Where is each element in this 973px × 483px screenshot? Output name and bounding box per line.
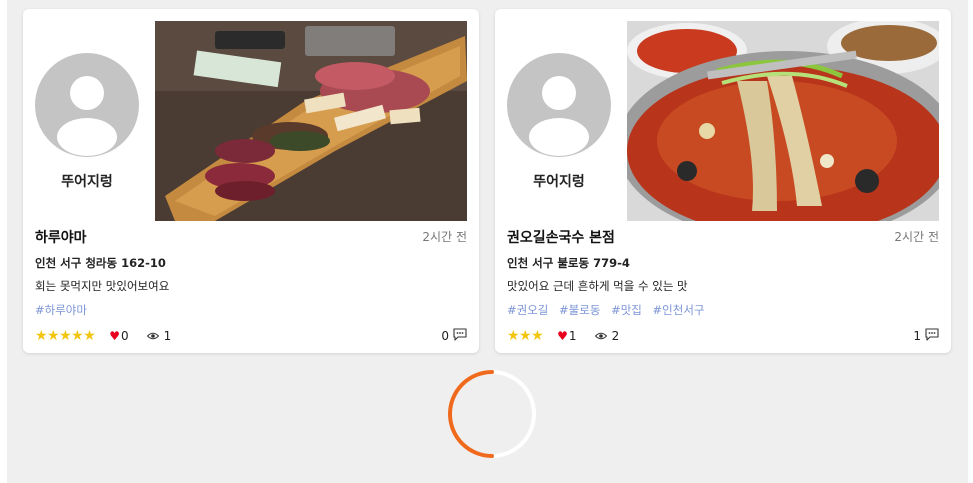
sashimi-board-photo: [155, 21, 467, 221]
post-tags: #권오길 #불로동 #맛집 #인천서구: [507, 302, 712, 318]
tag-link[interactable]: #인천서구: [653, 303, 705, 317]
like-count: 1: [568, 329, 577, 343]
author-nickname: 뚜어지렁: [61, 174, 113, 190]
author-profile[interactable]: 뚜어지렁: [35, 53, 139, 191]
post-description: 회는 못먹지만 맛있어보여요: [35, 279, 170, 293]
post-stats: ★★★ ♥ 1 2: [507, 327, 619, 345]
post-card[interactable]: 뚜어지렁 권오길손국수 본점 2시간 전 인천 서구 불로동 779-4 맛있어…: [495, 9, 951, 353]
avatar[interactable]: [507, 53, 611, 157]
post-tags: #하루야마: [35, 302, 94, 318]
comment-button[interactable]: 1: [913, 327, 939, 345]
post-time: 2시간 전: [422, 230, 467, 244]
post-title[interactable]: 하루야마: [35, 227, 87, 247]
comment-button[interactable]: 0: [441, 327, 467, 345]
tag-link[interactable]: #맛집: [611, 303, 642, 317]
comment-count: 1: [913, 329, 921, 343]
feed-page: 뚜어지렁 하루야마 2시간 전 인천 서구 청라동 162-10 회는 못먹지만…: [7, 0, 968, 483]
post-title[interactable]: 권오길손국수 본점: [507, 227, 615, 247]
view-count: 2: [611, 329, 620, 343]
rating-stars: ★★★: [507, 328, 544, 344]
comment-icon: [453, 328, 467, 344]
post-description: 맛있어요 근데 흔하게 먹을 수 있는 맛: [507, 279, 688, 293]
comment-icon: [925, 328, 939, 344]
post-address: 인천 서구 불로동 779-4: [507, 256, 630, 270]
default-user-icon: [529, 76, 589, 156]
eye-icon: [594, 329, 607, 343]
tag-link[interactable]: #하루야마: [35, 303, 87, 317]
heart-icon[interactable]: ♥: [557, 329, 568, 343]
default-user-icon: [57, 76, 117, 156]
post-stats: ★★★★★ ♥ 0 1: [35, 327, 171, 345]
tag-link[interactable]: #불로동: [559, 303, 600, 317]
author-profile[interactable]: 뚜어지렁: [507, 53, 611, 191]
avatar[interactable]: [35, 53, 139, 157]
post-card[interactable]: 뚜어지렁 하루야마 2시간 전 인천 서구 청라동 162-10 회는 못먹지만…: [23, 9, 479, 353]
comment-count: 0: [441, 329, 449, 343]
view-count: 1: [163, 329, 172, 343]
tag-link[interactable]: #권오길: [507, 303, 548, 317]
post-address: 인천 서구 청라동 162-10: [35, 256, 166, 270]
loading-spinner-icon: [447, 369, 537, 459]
post-photo[interactable]: [627, 21, 939, 221]
eye-icon: [146, 329, 159, 343]
post-photo[interactable]: [155, 21, 467, 221]
like-count: 0: [121, 329, 129, 343]
author-nickname: 뚜어지렁: [533, 174, 585, 190]
post-time: 2시간 전: [894, 230, 939, 244]
spicy-noodles-photo: [627, 21, 939, 221]
heart-icon[interactable]: ♥: [109, 329, 120, 343]
rating-stars: ★★★★★: [35, 328, 96, 344]
